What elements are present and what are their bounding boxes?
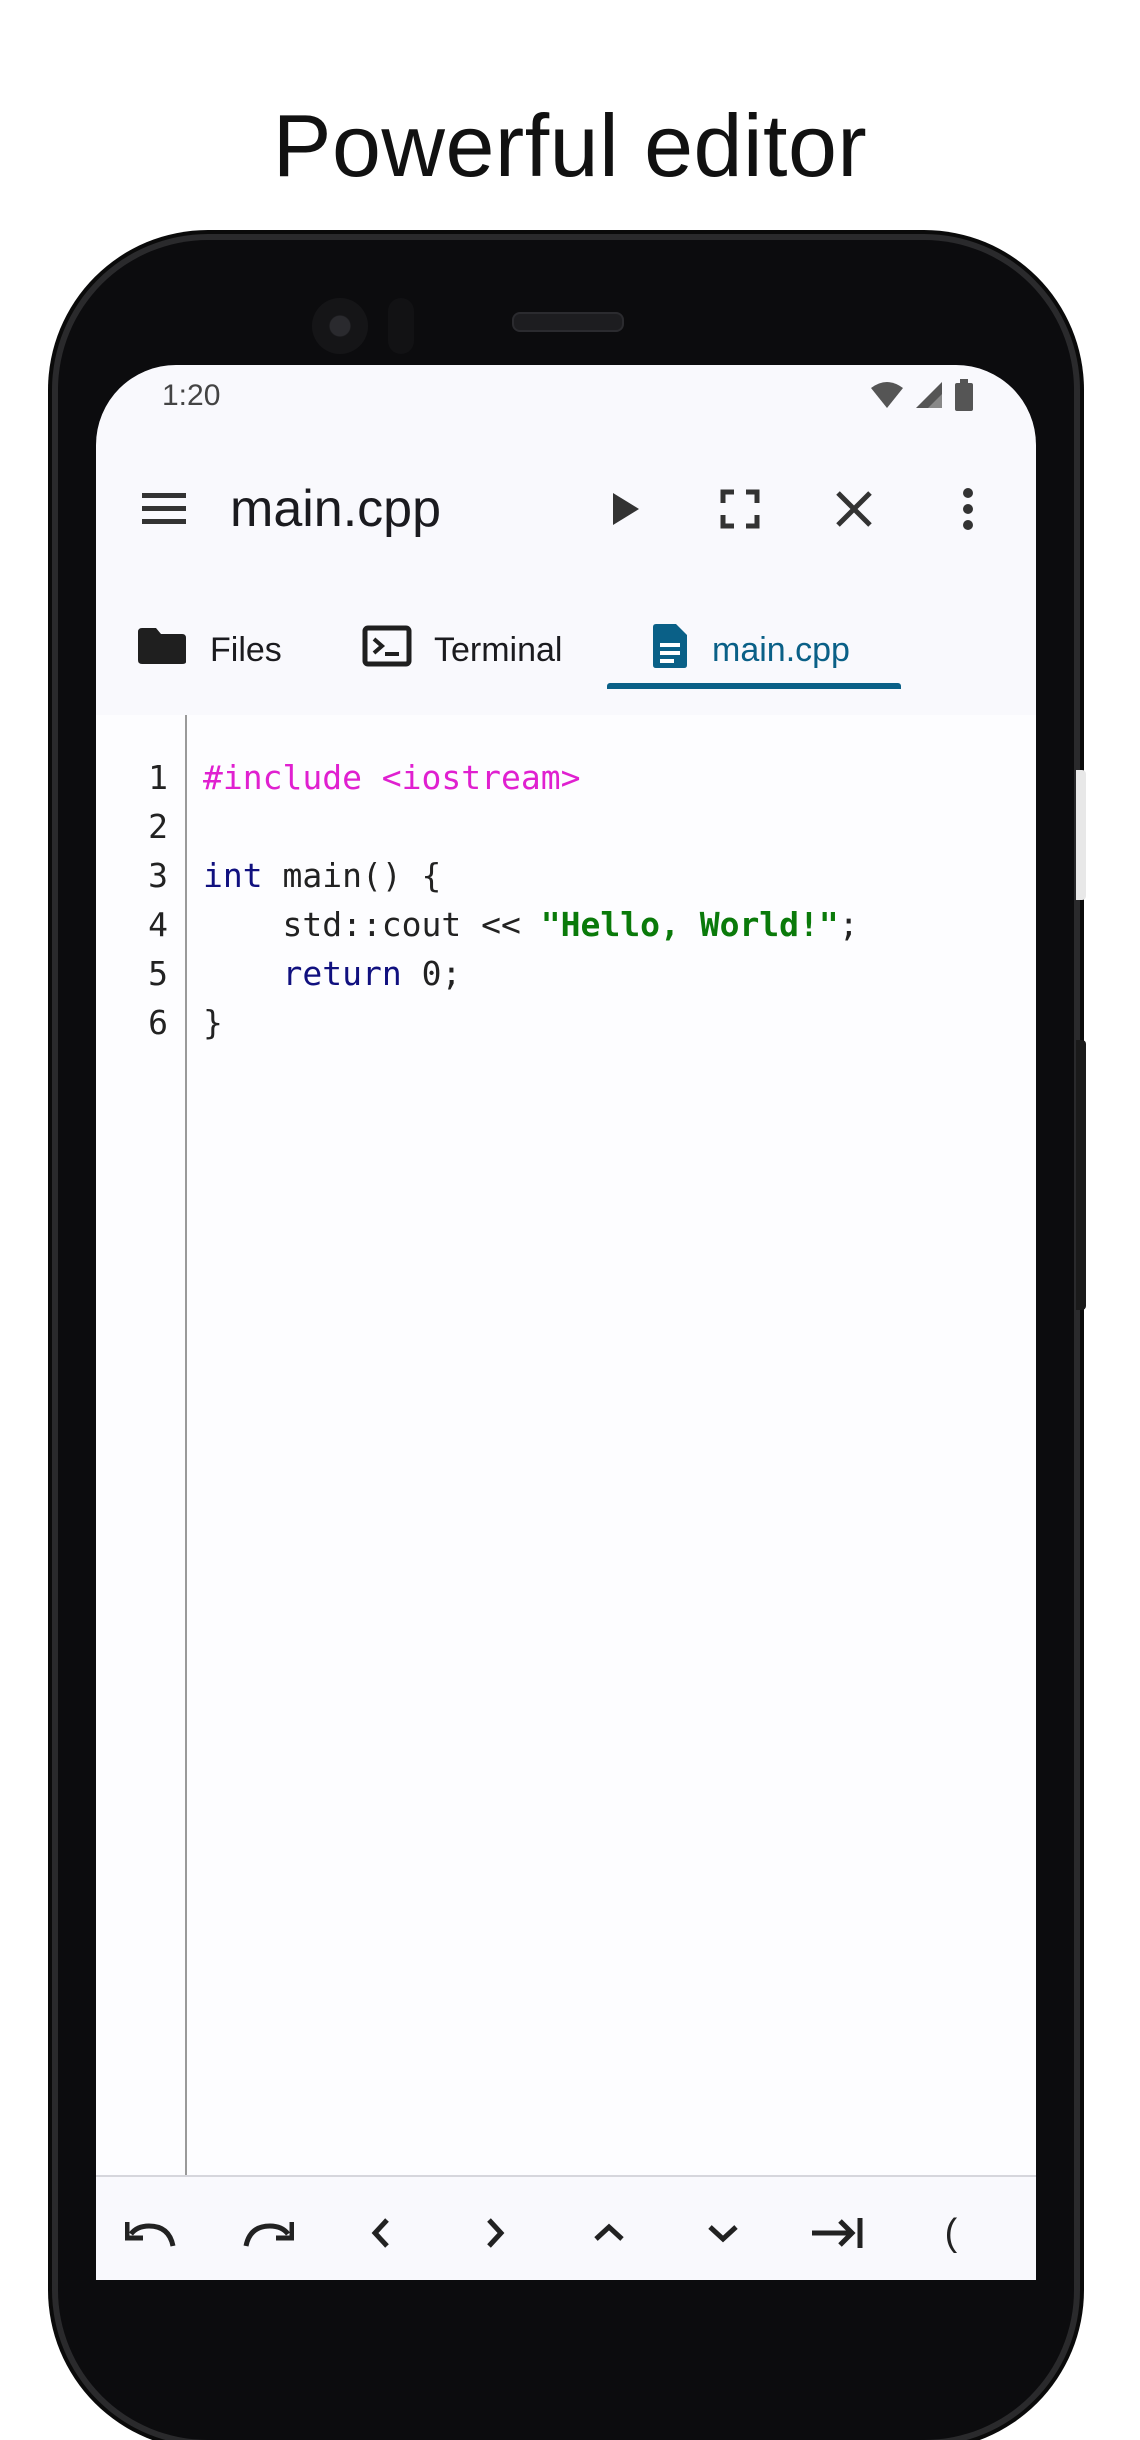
tab-label: Terminal [434, 630, 563, 669]
run-icon[interactable] [594, 477, 658, 541]
headline: Powerful editor [272, 96, 868, 195]
preprocessor-token: #include <iostream> [203, 758, 581, 797]
line-number: 2 [148, 807, 168, 846]
close-icon[interactable] [822, 477, 886, 541]
gutter-divider [185, 715, 187, 2195]
code-text: std::cout << [203, 905, 541, 944]
status-icons [870, 379, 974, 416]
app-bar: main.cpp [96, 435, 1036, 585]
tab-label: Files [210, 630, 282, 669]
phone-power-button [1076, 1040, 1086, 1310]
active-tab-indicator [607, 683, 901, 689]
line-number: 3 [148, 856, 168, 895]
code-text: main() { [262, 856, 442, 895]
terminal-icon [362, 625, 412, 676]
tab-key-icon[interactable] [802, 2203, 872, 2263]
front-camera [312, 298, 368, 354]
arrow-left-icon[interactable] [346, 2203, 416, 2263]
document-icon [650, 623, 690, 678]
phone-screen: 1:20 main.cpp Files Terminal main.cpp 1 … [96, 365, 1036, 2280]
tab-terminal[interactable]: Terminal [362, 585, 562, 715]
app-title: main.cpp [230, 480, 441, 538]
tab-main-cpp[interactable]: main.cpp [650, 585, 850, 715]
code-line: std::cout << "Hello, World!"; [203, 905, 859, 944]
extra-keys-bar: ( [96, 2175, 1036, 2280]
more-vert-icon[interactable] [936, 477, 1000, 541]
cell-signal-icon [914, 380, 944, 415]
code-line: int main() { [203, 856, 441, 895]
undo-icon[interactable] [116, 2203, 186, 2263]
code-text: } [203, 1003, 223, 1042]
line-number: 4 [148, 905, 168, 944]
open-paren-key[interactable]: ( [916, 2203, 986, 2263]
code-line: return 0; [203, 954, 461, 993]
camera-sensor [388, 298, 414, 354]
code-text: 0; [401, 954, 462, 993]
code-editor[interactable]: 1 2 3 4 5 6 #include <iostream> int main… [96, 715, 1036, 2195]
arrow-right-icon[interactable] [460, 2203, 530, 2263]
status-bar: 1:20 [96, 365, 1036, 435]
string-token: "Hello, World!" [540, 905, 839, 944]
arrow-up-icon[interactable] [574, 2203, 644, 2263]
fullscreen-icon[interactable] [708, 477, 772, 541]
line-number: 5 [148, 954, 168, 993]
wifi-icon [870, 380, 904, 415]
line-number: 1 [148, 758, 168, 797]
phone-side-button [1076, 770, 1086, 900]
redo-icon[interactable] [233, 2203, 303, 2263]
status-time: 1:20 [162, 379, 221, 412]
line-number: 6 [148, 1003, 168, 1042]
menu-icon[interactable] [136, 481, 192, 537]
tab-label: main.cpp [712, 630, 850, 669]
code-text: ; [838, 905, 859, 944]
arrow-down-icon[interactable] [688, 2203, 758, 2263]
battery-icon [954, 379, 974, 416]
code-line: } [203, 1003, 223, 1042]
folder-icon [136, 626, 188, 675]
keyword-token: int [203, 856, 263, 895]
tab-bar: Files Terminal main.cpp [96, 585, 1036, 717]
tab-files[interactable]: Files [136, 585, 282, 715]
keyword-token: return [282, 954, 402, 993]
code-line: #include <iostream> [203, 758, 581, 797]
earpiece-speaker [512, 312, 624, 332]
